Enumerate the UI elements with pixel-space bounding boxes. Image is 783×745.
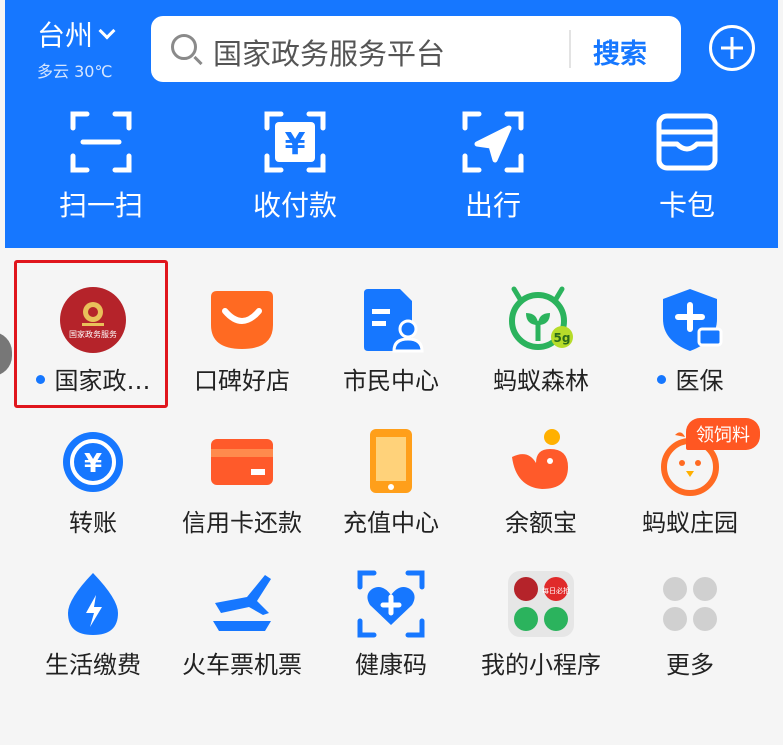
payment-icon: ¥ [263,110,327,174]
app-label: 医保 [675,367,724,395]
city-name: 台州 [37,19,94,52]
app-label: 蚂蚁森林 [493,367,589,395]
app-label: 口碑好店 [194,367,290,395]
app-yuebao[interactable]: 余额宝 [466,427,616,538]
app-label: 转账 [69,509,117,537]
app-tickets[interactable]: 火车票机票 [167,569,317,680]
app-koubei[interactable]: 口碑好店 [167,285,317,396]
quick-label: 出行 [464,189,521,222]
energy-badge: 5g [554,331,571,345]
side-drawer-handle[interactable] [0,332,12,376]
koubei-icon [207,285,277,355]
quick-label: 收付款 [252,189,337,222]
transfer-icon: ¥ [58,427,128,497]
quick-label: 扫一扫 [58,189,143,222]
scan-icon [69,110,133,174]
city-selector[interactable]: 台州 [37,19,116,52]
app-medical-insurance[interactable]: 医保 [615,285,765,396]
app-label: 我的小程序 [481,651,601,679]
search-icon [171,34,197,60]
app-recharge[interactable]: 充值中心 [316,427,466,538]
feed-badge: 领饲料 [686,418,760,450]
app-credit-card[interactable]: 信用卡还款 [167,427,317,538]
add-icon[interactable] [709,25,755,71]
highlight-box [14,260,168,408]
app-label: 健康码 [355,651,427,679]
quick-payment[interactable]: ¥ 收付款 [235,110,355,224]
ant-forest-icon: 5g [506,285,576,355]
quick-travel[interactable]: 出行 [433,110,553,224]
app-ant-forest[interactable]: 5g 蚂蚁森林 [466,285,616,396]
svg-text:¥: ¥ [84,449,102,479]
top-header: 台州 多云 30℃ 国家政务服务平台 搜索 扫一扫 ¥ 收付款 出行 卡包 [5,0,778,248]
notification-dot [656,375,666,384]
svg-text:¥: ¥ [285,127,306,162]
app-more[interactable]: 更多 [615,569,765,680]
app-health-code[interactable]: 健康码 [316,569,466,680]
search-bar[interactable]: 国家政务服务平台 搜索 [151,16,681,82]
weather-info: 多云 30℃ [37,62,113,81]
search-divider [569,30,571,68]
app-label: 火车票机票 [182,651,302,679]
quick-scan[interactable]: 扫一扫 [41,110,161,224]
quick-wallet[interactable]: 卡包 [627,110,747,224]
chevron-down-icon [98,22,116,40]
medical-insurance-icon [655,285,725,355]
search-button[interactable]: 搜索 [593,32,647,71]
app-label: 蚂蚁庄园 [642,509,738,537]
app-label: 更多 [666,651,714,679]
recharge-icon [356,427,426,497]
wallet-icon [655,110,719,174]
utility-payment-icon [58,569,128,639]
yuebao-icon [506,427,576,497]
app-label: 市民中心 [343,367,439,395]
credit-card-icon [207,427,277,497]
travel-icon [461,110,525,174]
more-icon [655,569,725,639]
app-mini-programs[interactable]: 每日必抢 我的小程序 [466,569,616,680]
health-code-icon [356,569,426,639]
app-label: 余额宝 [505,509,577,537]
search-input[interactable]: 国家政务服务平台 [213,31,445,73]
citizen-center-icon [356,285,426,355]
app-citizen-center[interactable]: 市民中心 [316,285,466,396]
app-label: 信用卡还款 [182,509,302,537]
mini-program-logo-text: 每日必抢 [542,586,570,595]
app-utility-payment[interactable]: 生活缴费 [18,569,168,680]
tickets-icon [207,569,277,639]
app-label: 生活缴费 [45,651,141,679]
app-transfer[interactable]: ¥ 转账 [18,427,168,538]
app-label: 充值中心 [343,509,439,537]
alipay-home: 台州 多云 30℃ 国家政务服务平台 搜索 扫一扫 ¥ 收付款 出行 卡包 国家… [0,0,783,745]
mini-programs-icon: 每日必抢 [506,569,576,639]
quick-label: 卡包 [658,189,715,222]
